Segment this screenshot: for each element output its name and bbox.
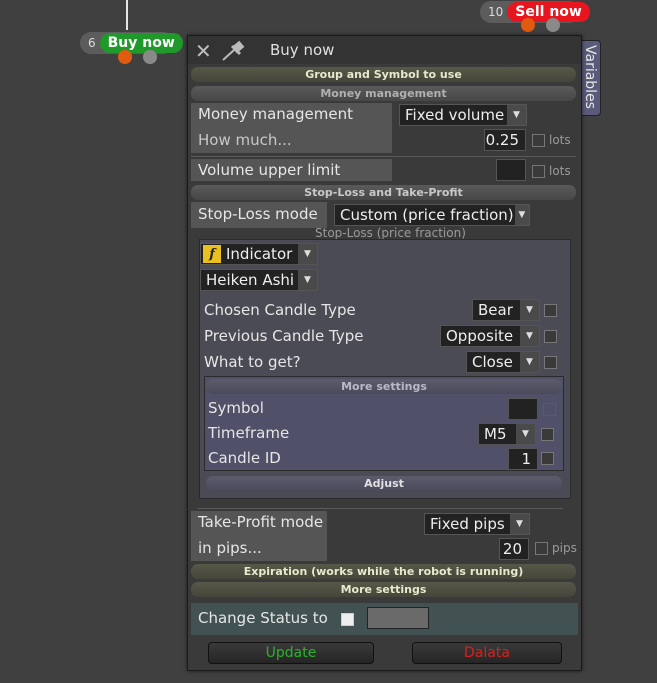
candle-id-checkbox[interactable] <box>541 452 554 465</box>
timeframe-checkbox[interactable] <box>541 428 554 441</box>
in-pips-label: in pips... <box>198 539 262 557</box>
section-more-settings[interactable]: More settings <box>191 582 576 597</box>
previous-candle-type-checkbox[interactable] <box>544 330 557 343</box>
update-button[interactable]: Update <box>208 642 374 664</box>
buy-node-output-grey[interactable] <box>143 50 157 64</box>
how-much-input[interactable]: 0.25 <box>484 129 526 151</box>
previous-candle-type-value: Opposite <box>446 327 514 345</box>
indicator-value: Indicator <box>226 245 293 263</box>
divider <box>191 156 576 157</box>
what-to-get-value: Close <box>472 353 513 371</box>
symbol-checkbox[interactable] <box>543 403 556 416</box>
chevron-down-icon: ▼ <box>506 105 526 125</box>
chevron-down-icon: ▼ <box>297 270 317 290</box>
previous-candle-type-label: Previous Candle Type <box>204 327 364 345</box>
dialog-title: Buy now <box>270 41 335 59</box>
chosen-candle-type-checkbox[interactable] <box>544 304 557 317</box>
in-pips-unit: pips <box>552 541 577 555</box>
chosen-candle-type-value: Bear <box>478 301 513 319</box>
timeframe-value: M5 <box>484 425 507 443</box>
what-to-get-select[interactable]: Close ▼ <box>466 351 540 373</box>
buy-node-output-orange[interactable] <box>118 50 132 64</box>
section-group-symbol[interactable]: Group and Symbol to use <box>191 67 576 82</box>
variables-tab-label: Variables <box>582 45 598 109</box>
indicator-select[interactable]: f Indicator ▼ <box>200 243 318 265</box>
take-profit-mode-select[interactable]: Fixed pips ▼ <box>424 513 530 535</box>
volume-upper-limit-label: Volume upper limit <box>198 161 341 179</box>
how-much-label: How much... <box>198 131 292 149</box>
block-settings-dialog: ✕ Buy now Group and Symbol to use Money … <box>187 35 582 671</box>
stop-loss-mode-value: Custom (price fraction) <box>340 206 514 224</box>
how-much-checkbox[interactable] <box>532 134 545 147</box>
buy-node-label: Buy now <box>99 33 183 53</box>
symbol-input[interactable] <box>508 398 538 420</box>
variables-tab[interactable]: Variables <box>580 40 601 116</box>
buy-node-count: 6 <box>88 36 96 50</box>
chevron-down-icon: ▼ <box>509 514 529 534</box>
inner-more-settings-header[interactable]: More settings <box>206 379 562 394</box>
what-to-get-checkbox[interactable] <box>544 356 557 369</box>
chevron-down-icon: ▼ <box>513 205 529 225</box>
previous-candle-type-select[interactable]: Opposite ▼ <box>440 325 540 347</box>
sell-node-output-orange[interactable] <box>521 18 535 32</box>
section-expiration[interactable]: Expiration (works while the robot is run… <box>191 564 576 579</box>
indicator-type-value: Heiken Ashi <box>206 271 295 289</box>
chosen-candle-type-select[interactable]: Bear ▼ <box>472 299 540 321</box>
delete-button[interactable]: Dalata <box>412 642 562 664</box>
change-status-label: Change Status to <box>198 609 328 627</box>
symbol-label: Symbol <box>208 399 264 417</box>
change-status-input[interactable] <box>367 607 429 629</box>
dialog-titlebar[interactable]: ✕ Buy now <box>188 36 581 64</box>
chevron-down-icon: ▼ <box>519 300 539 320</box>
timeframe-label: Timeframe <box>208 424 290 442</box>
indicator-type-select[interactable]: Heiken Ashi ▼ <box>200 269 318 291</box>
what-to-get-label: What to get? <box>204 353 301 371</box>
chevron-down-icon: ▼ <box>519 352 539 372</box>
chosen-candle-type-label: Chosen Candle Type <box>204 301 356 319</box>
sell-node-output-grey[interactable] <box>546 18 560 32</box>
money-management-label: Money management <box>198 105 353 123</box>
section-sl-tp[interactable]: Stop-Loss and Take-Profit <box>191 185 576 200</box>
candle-id-input[interactable]: 1 <box>508 448 538 470</box>
timeframe-select[interactable]: M5 ▼ <box>478 423 536 445</box>
chevron-down-icon: ▼ <box>515 424 535 444</box>
sell-node-count: 10 <box>488 5 504 19</box>
volume-upper-limit-unit: lots <box>549 164 571 178</box>
stop-loss-mode-select[interactable]: Custom (price fraction) ▼ <box>334 204 530 226</box>
divider <box>198 508 563 509</box>
in-pips-checkbox[interactable] <box>535 542 548 555</box>
take-profit-mode-value: Fixed pips <box>430 515 505 533</box>
change-status-checkbox[interactable] <box>341 613 354 626</box>
volume-upper-limit-checkbox[interactable] <box>532 165 545 178</box>
stop-loss-sublabel: Stop-Loss (price fraction) <box>315 226 466 240</box>
money-management-select[interactable]: Fixed volume ▼ <box>399 104 527 126</box>
chevron-down-icon: ▼ <box>297 244 317 264</box>
section-money-management[interactable]: Money management <box>191 86 576 101</box>
function-icon: f <box>203 245 221 263</box>
adjust-header[interactable]: Adjust <box>206 476 562 491</box>
node-wire <box>126 0 128 30</box>
chevron-down-icon: ▼ <box>519 326 539 346</box>
money-management-value: Fixed volume <box>405 106 505 124</box>
candle-id-label: Candle ID <box>208 449 281 467</box>
take-profit-mode-label: Take-Profit mode <box>198 513 324 531</box>
how-much-unit: lots <box>549 133 571 147</box>
close-icon[interactable]: ✕ <box>195 39 212 63</box>
pin-icon[interactable] <box>220 40 250 62</box>
volume-upper-limit-input[interactable] <box>496 159 526 181</box>
in-pips-input[interactable]: 20 <box>499 538 529 560</box>
stop-loss-mode-label: Stop-Loss mode <box>198 205 318 223</box>
